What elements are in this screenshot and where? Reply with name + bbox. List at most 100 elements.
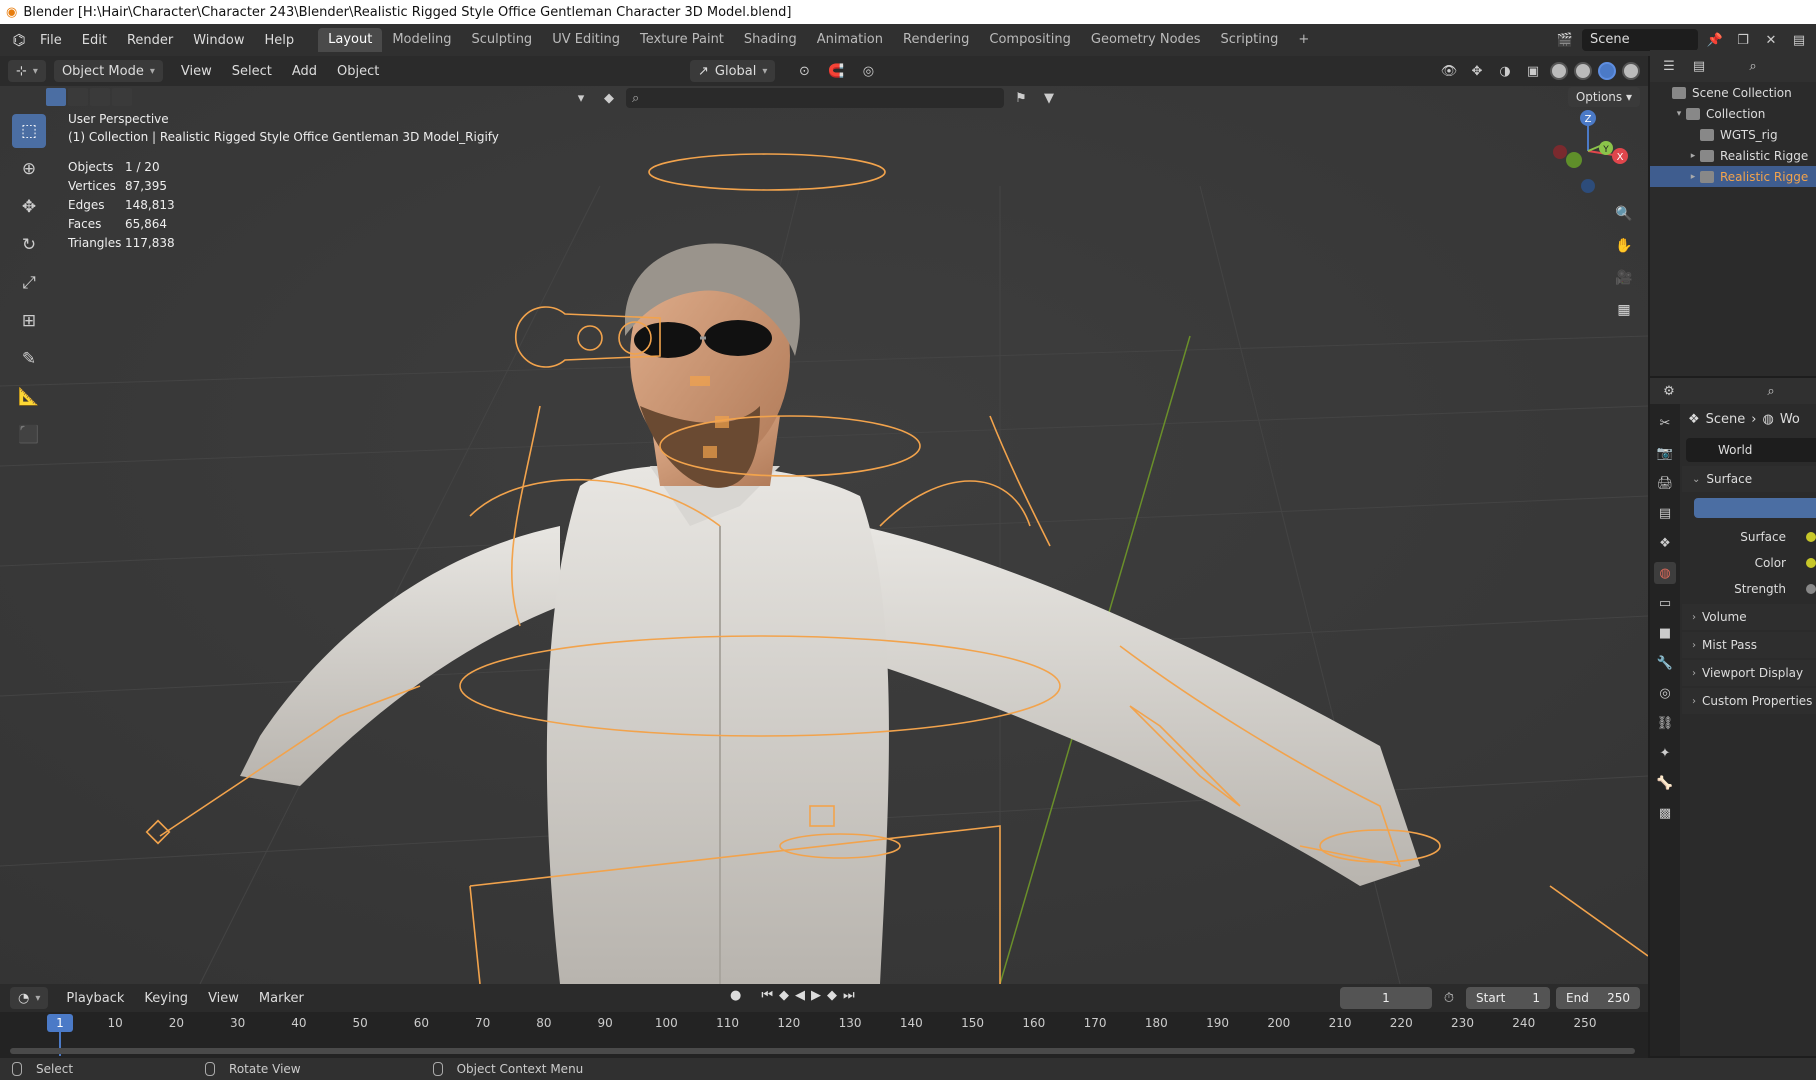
display-mode-icon[interactable]: ▤: [1688, 55, 1710, 77]
world-selector[interactable]: World: [1686, 438, 1816, 462]
scale-tool-icon[interactable]: ⤢: [12, 266, 46, 300]
menu-window[interactable]: Window: [183, 33, 254, 48]
workspace-tab-shading[interactable]: Shading: [734, 28, 807, 52]
pivot-icon[interactable]: ⊙: [793, 60, 815, 82]
next-keyframe-icon[interactable]: ◆: [827, 988, 837, 1003]
transform-tool-icon[interactable]: ⊞: [12, 304, 46, 338]
workspace-tab-sculpting[interactable]: Sculpting: [461, 28, 542, 52]
select-mode-intersect-icon[interactable]: [112, 88, 132, 106]
measure-tool-icon[interactable]: 📐: [12, 380, 46, 414]
jump-start-icon[interactable]: ⏮: [761, 988, 773, 1003]
view-layer-tab-icon[interactable]: ▤: [1654, 502, 1676, 524]
3d-viewport[interactable]: ▾ ◆ ⌕ ⚑ ▼ Options ▾ ⬚ ⊕ ✥ ↻ ⤢ ⊞ ✎ 📐 ⬛ Us…: [0, 86, 1648, 984]
solid-shading-icon[interactable]: [1574, 62, 1592, 80]
menu-playback[interactable]: Playback: [56, 991, 134, 1006]
current-frame-field[interactable]: 1: [1340, 987, 1432, 1009]
menu-add[interactable]: Add: [282, 64, 327, 79]
bone-tab-icon[interactable]: 🦴: [1654, 772, 1676, 794]
frame-ruler[interactable]: 10 20 30 40 50 60 70 80 90 100 110 120 130 140 150 160 1…: [0, 1012, 1648, 1056]
menu-edit[interactable]: Edit: [72, 33, 117, 48]
workspace-tab-animation[interactable]: Animation: [807, 28, 893, 52]
outliner-row[interactable]: ▸ Realistic Rigge: [1650, 145, 1816, 166]
select-box-tool-icon[interactable]: ⬚: [12, 114, 46, 148]
start-frame-field[interactable]: Start 1: [1466, 987, 1550, 1009]
texture-tab-icon[interactable]: ▩: [1654, 802, 1676, 824]
workspace-tab-rendering[interactable]: Rendering: [893, 28, 979, 52]
menu-object[interactable]: Object: [327, 64, 389, 79]
funnel-icon[interactable]: ▼: [1038, 87, 1060, 109]
outliner-row[interactable]: Scene Collection: [1650, 82, 1816, 103]
timeline-scrollbar[interactable]: [10, 1048, 1635, 1054]
modifier-tab-icon[interactable]: 🔧: [1654, 652, 1676, 674]
wireframe-shading-icon[interactable]: [1550, 62, 1568, 80]
timeline[interactable]: 10 20 30 40 50 60 70 80 90 100 110 120 130 140 150 160 1…: [0, 1012, 1648, 1058]
close-icon[interactable]: ✕: [1760, 29, 1782, 51]
outliner-editor-icon[interactable]: ☰: [1658, 55, 1680, 77]
stopwatch-icon[interactable]: ⏱: [1438, 987, 1460, 1009]
properties-search-icon[interactable]: ⌕: [1760, 380, 1782, 402]
strength-row[interactable]: Strength: [1682, 576, 1816, 602]
scene-selector[interactable]: Scene: [1582, 29, 1698, 51]
outliner-row[interactable]: ▾ Collection: [1650, 103, 1816, 124]
new-scene-icon[interactable]: ❐: [1732, 29, 1754, 51]
gizmo-icon[interactable]: ✥: [1466, 60, 1488, 82]
volume-panel-header[interactable]: › Volume: [1682, 604, 1816, 630]
rotate-tool-icon[interactable]: ↻: [12, 228, 46, 262]
menu-help[interactable]: Help: [255, 33, 305, 48]
tool-tab-icon[interactable]: ✂: [1654, 412, 1676, 434]
view-layer-icon[interactable]: ▤: [1788, 29, 1810, 51]
snap-icon[interactable]: 🧲: [825, 60, 847, 82]
bookmark-icon[interactable]: ⚑: [1010, 87, 1032, 109]
mode-dropdown[interactable]: Object Mode ▾: [53, 60, 163, 82]
select-mode-new-icon[interactable]: [46, 88, 66, 106]
zoom-icon[interactable]: 🔍: [1612, 202, 1636, 226]
annotate-tool-icon[interactable]: ✎: [12, 342, 46, 376]
camera-view-icon[interactable]: 🎥: [1612, 266, 1636, 290]
scene-tab-icon[interactable]: ❖: [1654, 532, 1676, 554]
physics-tab-icon[interactable]: ◎: [1654, 682, 1676, 704]
filter-search-input[interactable]: ⌕: [626, 88, 1004, 108]
workspace-tab-uv-editing[interactable]: UV Editing: [542, 28, 630, 52]
workspace-tab-scripting[interactable]: Scripting: [1211, 28, 1289, 52]
pin-icon[interactable]: 📌: [1704, 29, 1726, 51]
overlay-icon[interactable]: ◑: [1494, 60, 1516, 82]
menu-select[interactable]: Select: [222, 64, 282, 79]
world-tab-icon[interactable]: ◍: [1654, 562, 1676, 584]
object-tab-icon[interactable]: ■: [1654, 622, 1676, 644]
scene-icon[interactable]: 🎬: [1554, 29, 1576, 51]
xray-icon[interactable]: ▣: [1522, 60, 1544, 82]
workspace-tab-modeling[interactable]: Modeling: [382, 28, 461, 52]
select-mode-extend-icon[interactable]: [68, 88, 88, 106]
prev-keyframe-icon[interactable]: ◆: [779, 988, 789, 1003]
expand-toggle-icon[interactable]: ▾: [1672, 109, 1686, 119]
properties-editor-icon[interactable]: ⚙: [1658, 380, 1680, 402]
orientation-dropdown[interactable]: ↗ Global ▾: [690, 60, 776, 82]
jump-end-icon[interactable]: ⏭: [843, 988, 855, 1003]
options-dropdown[interactable]: Options ▾: [1567, 87, 1640, 107]
proportional-edit-icon[interactable]: ◎: [857, 60, 879, 82]
mist-panel-header[interactable]: › Mist Pass: [1682, 632, 1816, 658]
object-type-filter-icon[interactable]: ▾: [570, 87, 592, 109]
outliner-row[interactable]: WGTS_rig: [1650, 124, 1816, 145]
surface-panel-header[interactable]: ⌄ Surface: [1682, 466, 1816, 492]
render-tab-icon[interactable]: 📷: [1654, 442, 1676, 464]
output-tab-icon[interactable]: 🖨: [1654, 472, 1676, 494]
blender-menu-icon[interactable]: ⌬: [8, 29, 30, 51]
menu-view[interactable]: View: [171, 64, 222, 79]
navigation-gizmo[interactable]: Z X Y: [1548, 106, 1628, 196]
end-frame-field[interactable]: End 250: [1556, 987, 1640, 1009]
workspace-tab-layout[interactable]: Layout: [318, 28, 383, 52]
collection-tab-icon[interactable]: ▭: [1654, 592, 1676, 614]
timeline-editor-dropdown[interactable]: ◔ ▾: [10, 987, 49, 1009]
constraint-tab-icon[interactable]: ⛓: [1654, 712, 1676, 734]
color-row[interactable]: Color: [1682, 550, 1816, 576]
cursor-tool-icon[interactable]: ⊕: [12, 152, 46, 186]
outliner-search-icon[interactable]: ⌕: [1742, 55, 1764, 77]
surface-row[interactable]: Surface: [1682, 524, 1816, 550]
play-icon[interactable]: ▶: [811, 988, 821, 1003]
outliner-row[interactable]: ▸ Realistic Rigge: [1650, 166, 1816, 187]
rendered-shading-icon[interactable]: [1622, 62, 1640, 80]
pan-hand-icon[interactable]: ✋: [1612, 234, 1636, 258]
menu-render[interactable]: Render: [117, 33, 183, 48]
expand-toggle-icon[interactable]: ▸: [1686, 151, 1700, 161]
